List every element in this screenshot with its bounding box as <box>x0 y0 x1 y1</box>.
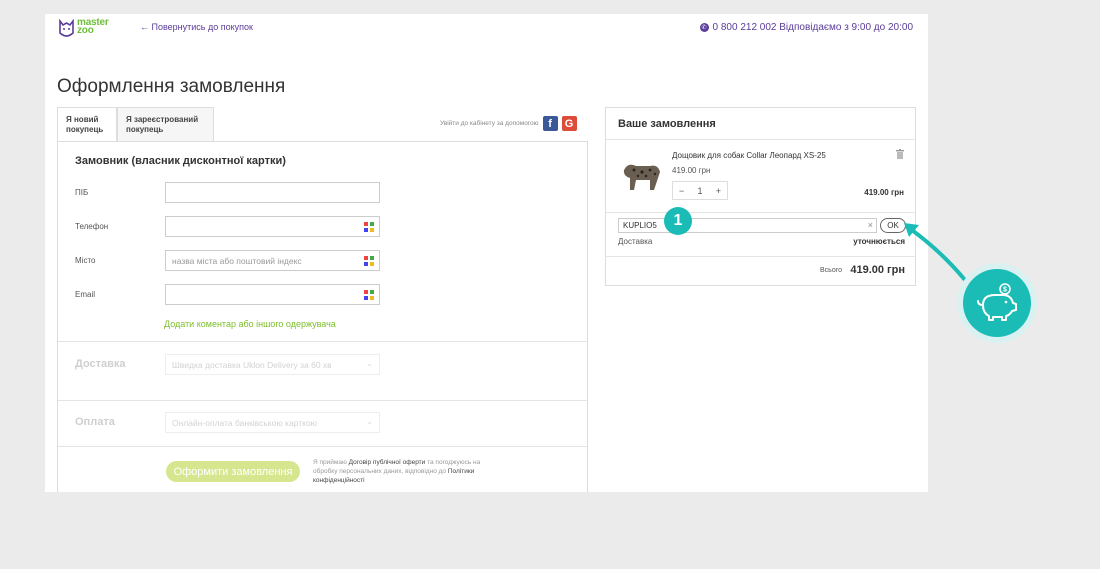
social-login-text: Увійти до кабінету за допомогою <box>440 120 539 127</box>
google-icon[interactable]: G <box>561 116 577 131</box>
product-price: 419.00 грн <box>672 166 711 175</box>
trash-icon[interactable] <box>896 149 904 159</box>
city-placeholder: назва міста або поштовий індекс <box>172 256 302 266</box>
payment-select-value: Онлайн-оплата банківською карткою <box>172 418 318 428</box>
total-label: Всього <box>820 267 843 274</box>
order-title: Ваше замовлення <box>618 118 716 130</box>
back-to-shopping-link[interactable]: ← Повернутись до покупок <box>140 22 253 32</box>
divider <box>58 341 587 342</box>
piggy-bank-glyph: $ <box>977 283 1017 321</box>
phone-info[interactable]: ✆ 0 800 212 002 Відповідаємо з 9:00 до 2… <box>699 22 913 33</box>
phone-field[interactable] <box>165 216 380 237</box>
order-summary: Ваше замовлення Дощовик для собак Collar… <box>605 107 916 286</box>
chevron-down-icon: ⌄ <box>366 417 373 426</box>
step-badge: 1 <box>664 207 692 235</box>
email-field[interactable] <box>165 284 380 305</box>
decrease-button[interactable]: − <box>679 186 684 196</box>
logo[interactable]: master zoo <box>59 18 109 39</box>
terms-prefix: Я приймаю <box>313 459 347 466</box>
product-name[interactable]: Дощовик для собак Collar Леопард XS-25 <box>672 151 826 160</box>
phone-text: 0 800 212 002 Відповідаємо з 9:00 до 20:… <box>712 22 913 33</box>
divider <box>58 446 587 447</box>
delivery-section-title: Доставка <box>75 358 126 370</box>
page-title: Оформлення замовлення <box>57 76 286 97</box>
email-label: Email <box>75 290 96 299</box>
logo-line2: zoo <box>77 25 94 36</box>
checkout-page: master zoo ← Повернутись до покупок ✆ 0 … <box>45 14 928 492</box>
customer-section-title: Замовник (власник дисконтної картки) <box>75 155 286 167</box>
divider <box>58 400 587 401</box>
logo-text: master zoo <box>77 18 109 36</box>
add-comment-link[interactable]: Додати коментар або іншого одержувача <box>164 319 336 329</box>
piggy-bank-icon: $ <box>963 269 1031 337</box>
terms-text: Я приймаю Договір публічної оферти та по… <box>313 458 498 485</box>
delivery-select[interactable]: Швидка доставка Uklon Delivery за 60 хв … <box>165 354 380 375</box>
divider <box>606 139 915 140</box>
product-total: 419.00 грн <box>864 188 904 197</box>
tab-registered-customer[interactable]: Я зареєстрований покупець <box>117 107 214 141</box>
checkout-form: Замовник (власник дисконтної картки) ПІБ… <box>57 141 588 492</box>
social-login: Увійти до кабінету за допомогою f G <box>440 116 577 131</box>
coupon-value: KUPLIO5 <box>623 221 657 230</box>
place-order-button[interactable]: Оформити замовлення <box>166 461 300 482</box>
increase-button[interactable]: + <box>716 186 721 196</box>
autofill-icon[interactable] <box>364 222 374 232</box>
full-name-label: ПІБ <box>75 188 89 197</box>
autofill-icon[interactable] <box>364 290 374 300</box>
delivery-select-value: Швидка доставка Uklon Delivery за 60 хв <box>172 360 332 370</box>
phone-icon: ✆ <box>699 23 709 32</box>
payment-section-title: Оплата <box>75 416 115 428</box>
facebook-icon[interactable]: f <box>542 116 558 131</box>
quantity-value: 1 <box>697 185 703 196</box>
svg-text:$: $ <box>1003 287 1007 294</box>
city-label: Місто <box>75 256 96 265</box>
divider <box>606 256 915 257</box>
product-image[interactable] <box>620 156 664 194</box>
tab-new-customer[interactable]: Я новий покупець <box>57 107 117 141</box>
divider <box>606 212 915 213</box>
coupon-input[interactable]: KUPLIO5 × <box>618 218 877 233</box>
phone-label: Телефон <box>75 222 109 231</box>
autofill-icon[interactable] <box>364 256 374 266</box>
cat-logo-icon <box>59 19 74 37</box>
quantity-stepper[interactable]: − 1 + <box>672 181 728 200</box>
clear-coupon-icon[interactable]: × <box>868 220 873 230</box>
city-field[interactable]: назва міста або поштовий індекс <box>165 250 380 271</box>
customer-tabs: Я новий покупець Я зареєстрований покупе… <box>57 107 214 141</box>
offer-link[interactable]: Договір публічної оферти <box>349 459 426 466</box>
chevron-down-icon: ⌄ <box>366 359 373 368</box>
delivery-label: Доставка <box>618 237 653 246</box>
full-name-field[interactable] <box>165 182 380 203</box>
payment-select[interactable]: Онлайн-оплата банківською карткою ⌄ <box>165 412 380 433</box>
